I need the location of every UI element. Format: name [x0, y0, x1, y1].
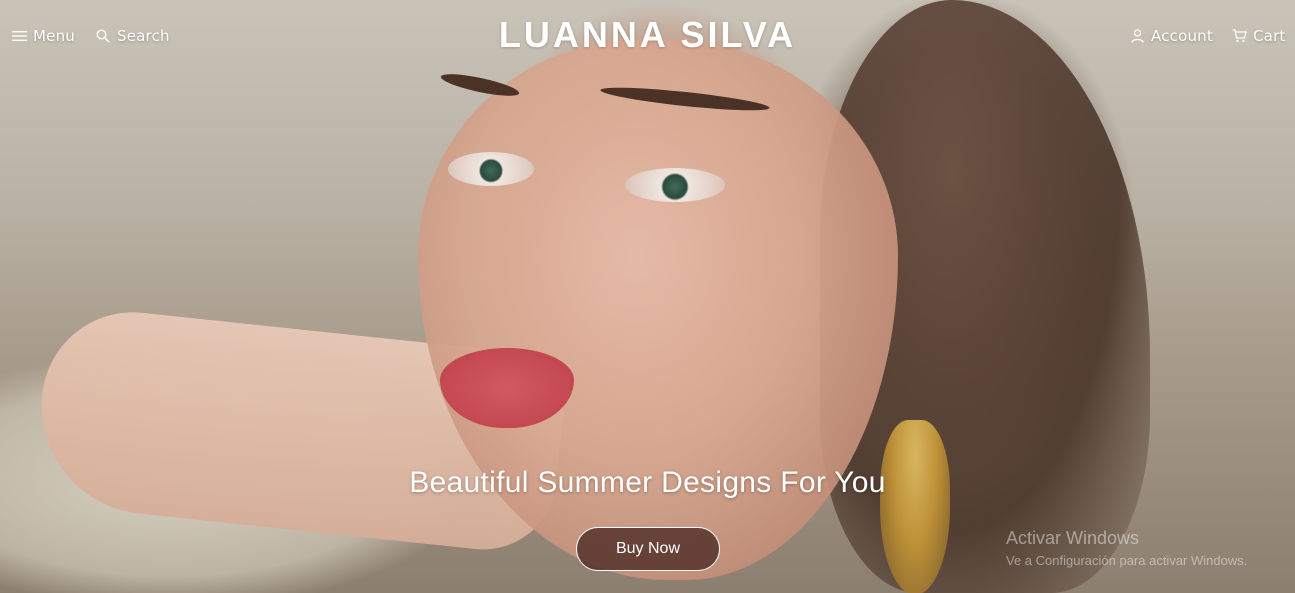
windows-activation-watermark: Activar Windows Ve a Configuración para …: [1006, 528, 1247, 568]
hero-image-eye-right: [625, 168, 725, 202]
hero-headline: Beautiful Summer Designs For You: [409, 466, 886, 499]
site-header: Menu Search LUANNA SILVA Account Cart: [0, 0, 1295, 72]
hero-banner: Menu Search LUANNA SILVA Account Cart Be…: [0, 0, 1295, 593]
brand-logo[interactable]: LUANNA SILVA: [0, 14, 1295, 56]
hero-image-earring: [880, 420, 950, 593]
cart-icon: [1231, 28, 1247, 44]
hero-image-brow-left: [439, 69, 521, 101]
cart-label: Cart: [1253, 27, 1286, 45]
account-button[interactable]: Account: [1129, 27, 1213, 45]
hero-image-eye-left: [448, 152, 534, 186]
account-label: Account: [1151, 27, 1213, 45]
buy-now-button[interactable]: Buy Now: [576, 527, 720, 571]
user-icon: [1129, 28, 1145, 44]
watermark-subtitle: Ve a Configuración para activar Windows.: [1006, 553, 1248, 568]
watermark-title: Activar Windows: [1006, 528, 1140, 548]
cart-button[interactable]: Cart: [1231, 27, 1286, 45]
